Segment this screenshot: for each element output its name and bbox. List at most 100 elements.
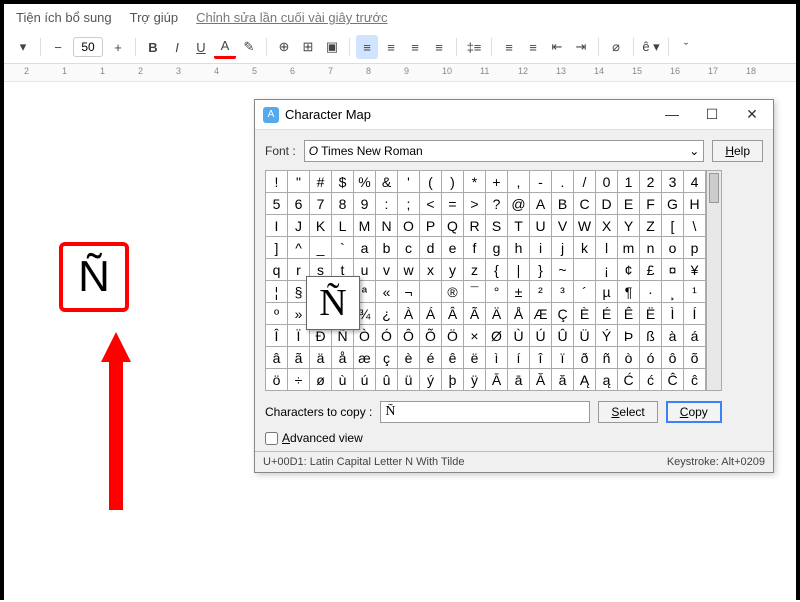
font-size-input[interactable]: 50 — [73, 37, 103, 57]
char-cell[interactable]: ÷ — [288, 369, 310, 391]
align-left-icon[interactable]: ≡ — [356, 35, 378, 59]
char-cell[interactable]: Ć — [618, 369, 640, 391]
char-cell[interactable]: _ — [310, 237, 332, 259]
char-cell[interactable]: @ — [508, 193, 530, 215]
char-cell[interactable]: ð — [574, 347, 596, 369]
char-cell[interactable]: å — [332, 347, 354, 369]
char-cell[interactable]: ¯ — [464, 281, 486, 303]
char-cell[interactable]: ´ — [574, 281, 596, 303]
characters-to-copy-input[interactable] — [380, 401, 590, 423]
char-cell[interactable]: 3 — [662, 171, 684, 193]
char-cell[interactable]: Q — [442, 215, 464, 237]
bold-icon[interactable]: B — [142, 35, 164, 59]
char-cell[interactable]: ? — [486, 193, 508, 215]
text-color-icon[interactable]: A — [214, 35, 236, 59]
char-cell[interactable]: . — [552, 171, 574, 193]
char-cell[interactable]: & — [376, 171, 398, 193]
char-cell[interactable]: ë — [464, 347, 486, 369]
increase-font-icon[interactable]: + — [107, 35, 129, 59]
char-cell[interactable]: 8 — [332, 193, 354, 215]
char-cell[interactable]: : — [376, 193, 398, 215]
maximize-icon[interactable]: ☐ — [699, 106, 725, 123]
char-cell[interactable]: p — [684, 237, 706, 259]
char-cell[interactable]: d — [420, 237, 442, 259]
char-cell[interactable]: À — [398, 303, 420, 325]
char-cell[interactable]: Ú — [530, 325, 552, 347]
char-cell[interactable]: ­ — [420, 281, 442, 303]
char-cell[interactable]: ý — [420, 369, 442, 391]
char-cell[interactable]: i — [530, 237, 552, 259]
char-cell[interactable]: Ą — [574, 369, 596, 391]
char-cell[interactable]: ú — [354, 369, 376, 391]
char-cell[interactable]: ® — [442, 281, 464, 303]
char-cell[interactable]: ¶ — [618, 281, 640, 303]
char-cell[interactable]: è — [398, 347, 420, 369]
char-cell[interactable]: n — [640, 237, 662, 259]
char-cell[interactable]: D — [596, 193, 618, 215]
char-cell[interactable]: o — [662, 237, 684, 259]
char-cell[interactable]: S — [486, 215, 508, 237]
char-cell[interactable]: 4 — [684, 171, 706, 193]
char-cell[interactable]: H — [684, 193, 706, 215]
char-cell[interactable]: 0 — [596, 171, 618, 193]
char-cell[interactable]: } — [530, 259, 552, 281]
char-cell[interactable]: Ü — [574, 325, 596, 347]
char-cell[interactable]: " — [288, 171, 310, 193]
char-cell[interactable]: æ — [354, 347, 376, 369]
char-cell[interactable]: O — [398, 215, 420, 237]
char-cell[interactable]: â — [266, 347, 288, 369]
char-cell[interactable]: A — [530, 193, 552, 215]
char-cell[interactable]: ÿ — [464, 369, 486, 391]
char-cell[interactable]: Å — [508, 303, 530, 325]
char-cell[interactable]: Ó — [376, 325, 398, 347]
char-cell[interactable]: J — [288, 215, 310, 237]
char-cell[interactable]: F — [640, 193, 662, 215]
advanced-view-label[interactable]: Advanced view — [282, 431, 363, 445]
char-cell[interactable]: ø — [310, 369, 332, 391]
char-cell[interactable]: Ø — [486, 325, 508, 347]
char-cell[interactable]: ' — [398, 171, 420, 193]
char-cell[interactable]: w — [398, 259, 420, 281]
char-cell[interactable]: Ô — [398, 325, 420, 347]
line-spacing-icon[interactable]: ‡≡ — [463, 35, 485, 59]
edit-status[interactable]: Chỉnh sửa lần cuối vài giây trước — [196, 10, 387, 25]
help-button[interactable]: Help — [712, 140, 763, 162]
highlight-icon[interactable]: ✎ — [238, 35, 260, 59]
align-justify-icon[interactable]: ≡ — [428, 35, 450, 59]
char-cell[interactable]: % — [354, 171, 376, 193]
menu-addons[interactable]: Tiện ích bổ sung — [16, 10, 112, 25]
decrease-font-icon[interactable]: − — [47, 35, 69, 59]
char-cell[interactable]: q — [266, 259, 288, 281]
char-cell[interactable]: ¿ — [376, 303, 398, 325]
char-cell[interactable]: µ — [596, 281, 618, 303]
align-right-icon[interactable]: ≡ — [404, 35, 426, 59]
italic-icon[interactable]: I — [166, 35, 188, 59]
underline-icon[interactable]: U — [190, 35, 212, 59]
char-cell[interactable]: 5 — [266, 193, 288, 215]
char-cell[interactable]: V — [552, 215, 574, 237]
decrease-indent-icon[interactable]: ⇤ — [546, 35, 568, 59]
char-cell[interactable]: þ — [442, 369, 464, 391]
char-cell[interactable]: È — [574, 303, 596, 325]
char-cell[interactable]: ( — [420, 171, 442, 193]
char-cell[interactable]: Î — [266, 325, 288, 347]
char-cell[interactable]: Y — [618, 215, 640, 237]
char-cell[interactable]: í — [508, 347, 530, 369]
char-cell[interactable]: P — [420, 215, 442, 237]
char-cell[interactable]: I — [266, 215, 288, 237]
char-cell[interactable]: ¥ — [684, 259, 706, 281]
numbered-list-icon[interactable]: ≡ — [498, 35, 520, 59]
char-cell[interactable]: ~ — [552, 259, 574, 281]
char-cell[interactable]: > — [464, 193, 486, 215]
char-cell[interactable]: ` — [332, 237, 354, 259]
char-cell[interactable]: 7 — [310, 193, 332, 215]
char-cell[interactable]: ą — [596, 369, 618, 391]
char-cell[interactable]: É — [596, 303, 618, 325]
char-cell[interactable]: î — [530, 347, 552, 369]
char-cell[interactable]: ü — [398, 369, 420, 391]
char-cell[interactable]: ā — [508, 369, 530, 391]
char-cell[interactable]: x — [420, 259, 442, 281]
copy-button[interactable]: Copy — [666, 401, 722, 423]
char-cell[interactable]: Ă — [530, 369, 552, 391]
advanced-view-checkbox[interactable] — [265, 432, 278, 445]
